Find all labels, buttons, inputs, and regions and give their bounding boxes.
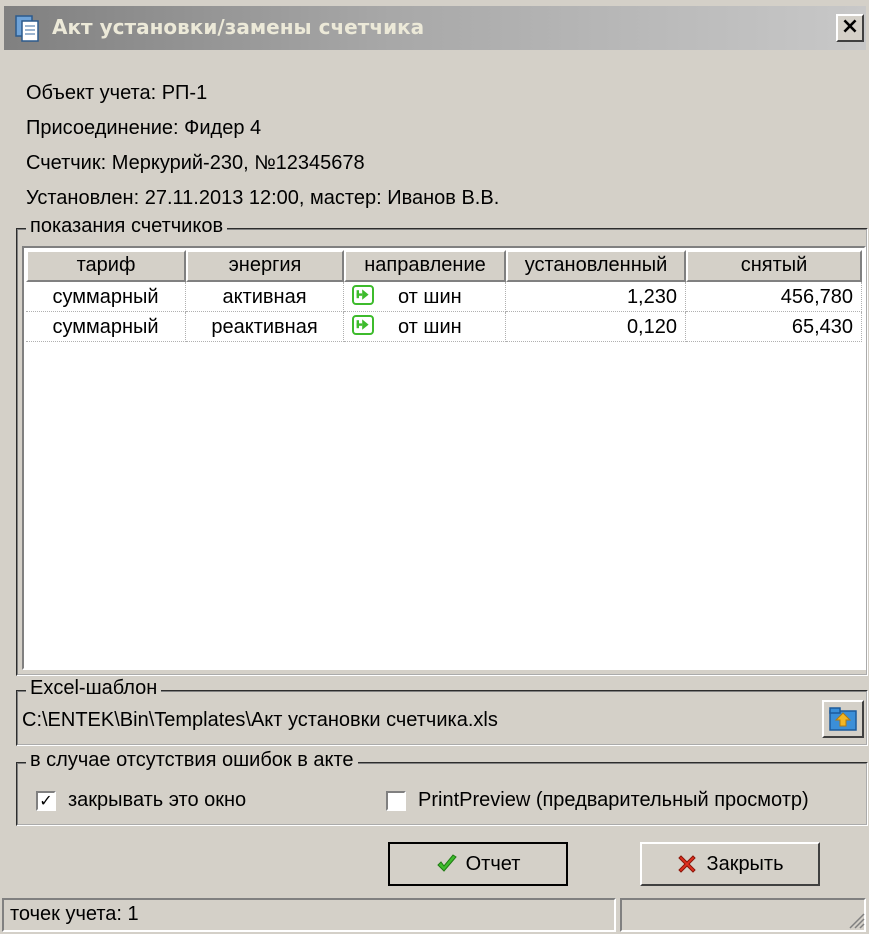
cell-tariff: суммарный — [26, 282, 186, 312]
options-group-legend: в случае отсутствия ошибок в акте — [26, 749, 358, 772]
direction-arrow-icon — [352, 314, 374, 335]
report-button[interactable]: Отчет — [388, 842, 568, 886]
close-button-label: Закрыть — [706, 852, 784, 875]
template-path: C:\ENTEK\Bin\Templates\Акт установки сче… — [22, 709, 498, 731]
table-row[interactable]: суммарный реактивная от шин 0,120 65,430 — [26, 312, 862, 342]
readings-group-legend: показания счетчиков — [26, 215, 228, 238]
cell-energy: реактивная — [186, 312, 344, 342]
column-header-installed[interactable]: установленный — [506, 250, 686, 282]
red-x-icon — [678, 855, 697, 873]
close-button[interactable]: Закрыть — [640, 842, 820, 886]
column-header-direction[interactable]: направление — [344, 250, 506, 282]
cell-energy: активная — [186, 282, 344, 312]
print-preview-checkbox[interactable] — [386, 791, 406, 811]
direction-label: от шин — [398, 285, 462, 308]
meter-label: Счетчик: Меркурий-230, №12345678 — [26, 152, 365, 174]
window-title: Акт установки/замены счетчика — [52, 15, 425, 39]
cell-removed: 456,780 — [686, 282, 862, 312]
status-secondary — [620, 898, 866, 932]
column-header-energy[interactable]: энергия — [186, 250, 344, 282]
open-template-button[interactable] — [822, 700, 864, 738]
column-header-tariff[interactable]: тариф — [26, 250, 186, 282]
cell-direction: от шин — [344, 282, 506, 312]
print-preview-label[interactable]: PrintPreview (предварительный просмотр) — [418, 789, 809, 812]
dialog-window: Акт установки/замены счетчика × Объект у… — [0, 0, 869, 934]
open-folder-icon — [829, 707, 857, 731]
cell-removed: 65,430 — [686, 312, 862, 342]
direction-label: от шин — [398, 315, 462, 338]
title-bar[interactable]: Акт установки/замены счетчика × — [4, 6, 866, 50]
cell-installed: 0,120 — [506, 312, 686, 342]
connection-label: Присоединение: Фидер 4 — [26, 117, 262, 139]
direction-arrow-icon — [352, 284, 374, 305]
column-header-removed[interactable]: снятый — [686, 250, 862, 282]
cell-direction: от шин — [344, 312, 506, 342]
close-icon[interactable]: × — [836, 14, 864, 42]
close-window-checkbox[interactable]: ✓ — [36, 791, 56, 811]
object-label: Объект учета: РП-1 — [26, 82, 208, 104]
resize-grip-icon[interactable] — [846, 910, 866, 930]
status-points: точек учета: 1 — [2, 898, 616, 932]
readings-grid[interactable]: тариф энергия направление установленный … — [22, 246, 866, 670]
grid-header: тариф энергия направление установленный … — [26, 250, 862, 282]
template-group-legend: Excel-шаблон — [26, 677, 162, 700]
close-window-label[interactable]: закрывать это окно — [68, 789, 246, 812]
cell-installed: 1,230 — [506, 282, 686, 312]
app-icon — [15, 15, 39, 42]
checkmark-icon — [436, 854, 457, 872]
cell-tariff: суммарный — [26, 312, 186, 342]
report-button-label: Отчет — [465, 852, 521, 875]
table-row[interactable]: суммарный активная от шин 1,230 456,780 — [26, 282, 862, 312]
installed-label: Установлен: 27.11.2013 12:00, мастер: Ив… — [26, 187, 500, 209]
